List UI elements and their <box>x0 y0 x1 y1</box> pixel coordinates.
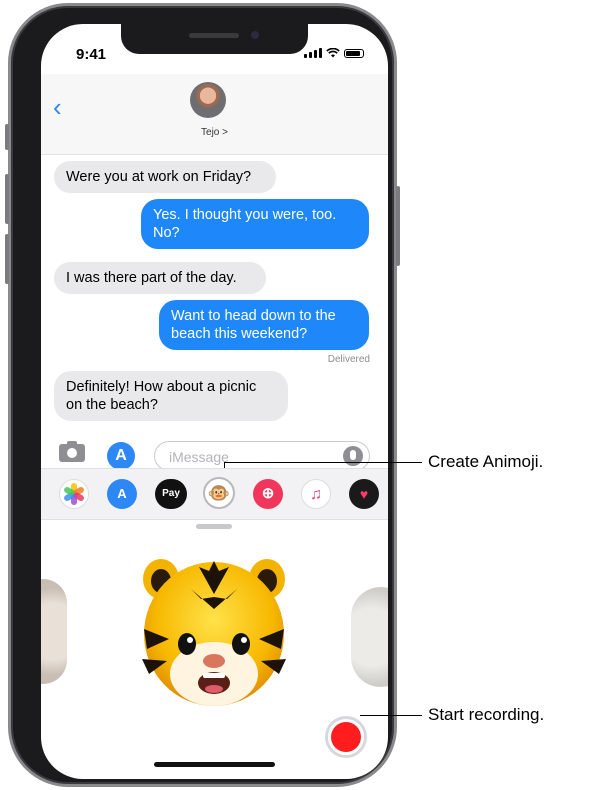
drawer-grabber[interactable] <box>196 524 232 529</box>
koala-animoji-partial[interactable] <box>41 579 67 684</box>
conversation-header: ‹ Tejo > <box>41 74 388 155</box>
animoji-icon[interactable]: 🐵 <box>203 477 235 509</box>
music-icon[interactable]: ♫ <box>301 479 331 509</box>
message-outgoing[interactable]: Want to head down to the beach this week… <box>159 300 369 350</box>
contact-avatar[interactable] <box>190 82 226 118</box>
phone-screen: 9:41 ‹ Tejo > Were you at work on Friday… <box>41 24 388 779</box>
delivered-status: Delivered <box>327 354 370 365</box>
koala-animoji-partial[interactable] <box>351 587 388 687</box>
front-camera <box>251 31 259 39</box>
silent-switch <box>5 124 9 150</box>
camera-icon[interactable] <box>59 441 85 462</box>
message-incoming[interactable]: I was there part of the day. <box>54 262 266 294</box>
home-indicator[interactable] <box>154 762 275 767</box>
app-drawer: A Pay 🐵 ⊕ ♫ ♥ <box>41 468 388 520</box>
apple-pay-icon[interactable]: Pay <box>155 479 187 509</box>
microphone-icon[interactable] <box>343 446 363 466</box>
image-search-icon[interactable]: ⊕ <box>253 479 283 509</box>
speaker <box>189 33 239 38</box>
start-recording-callout: Start recording. <box>428 705 545 724</box>
photos-app-button[interactable] <box>59 479 89 509</box>
side-button <box>396 186 400 266</box>
status-time: 9:41 <box>76 46 107 63</box>
wifi-icon <box>326 48 340 58</box>
app-store-icon[interactable]: A <box>107 479 137 509</box>
status-icons <box>304 48 364 58</box>
tiger-animoji[interactable] <box>139 549 289 709</box>
battery-icon <box>344 49 364 58</box>
iphone-frame: 9:41 ‹ Tejo > Were you at work on Friday… <box>5 3 400 787</box>
volume-up-button <box>5 174 9 224</box>
notch <box>121 24 308 54</box>
back-chevron-icon[interactable]: ‹ <box>53 94 62 120</box>
message-outgoing[interactable]: Yes. I thought you were, too. No? <box>141 199 369 249</box>
callout-line <box>360 715 422 716</box>
volume-down-button <box>5 234 9 284</box>
message-incoming[interactable]: Definitely! How about a picnic on the be… <box>54 371 288 421</box>
heart-icon[interactable]: ♥ <box>349 479 379 509</box>
signal-icon <box>304 48 322 58</box>
callout-line <box>224 462 422 463</box>
record-button[interactable] <box>325 716 367 758</box>
create-animoji-callout: Create Animoji. <box>428 452 544 471</box>
message-incoming[interactable]: Were you at work on Friday? <box>54 161 276 193</box>
app-store-button[interactable]: A <box>107 442 135 470</box>
compose-bar: A <box>41 434 388 472</box>
message-field[interactable] <box>154 441 370 472</box>
contact-name[interactable]: Tejo > <box>41 127 388 138</box>
app-store-icon: A <box>115 447 127 464</box>
